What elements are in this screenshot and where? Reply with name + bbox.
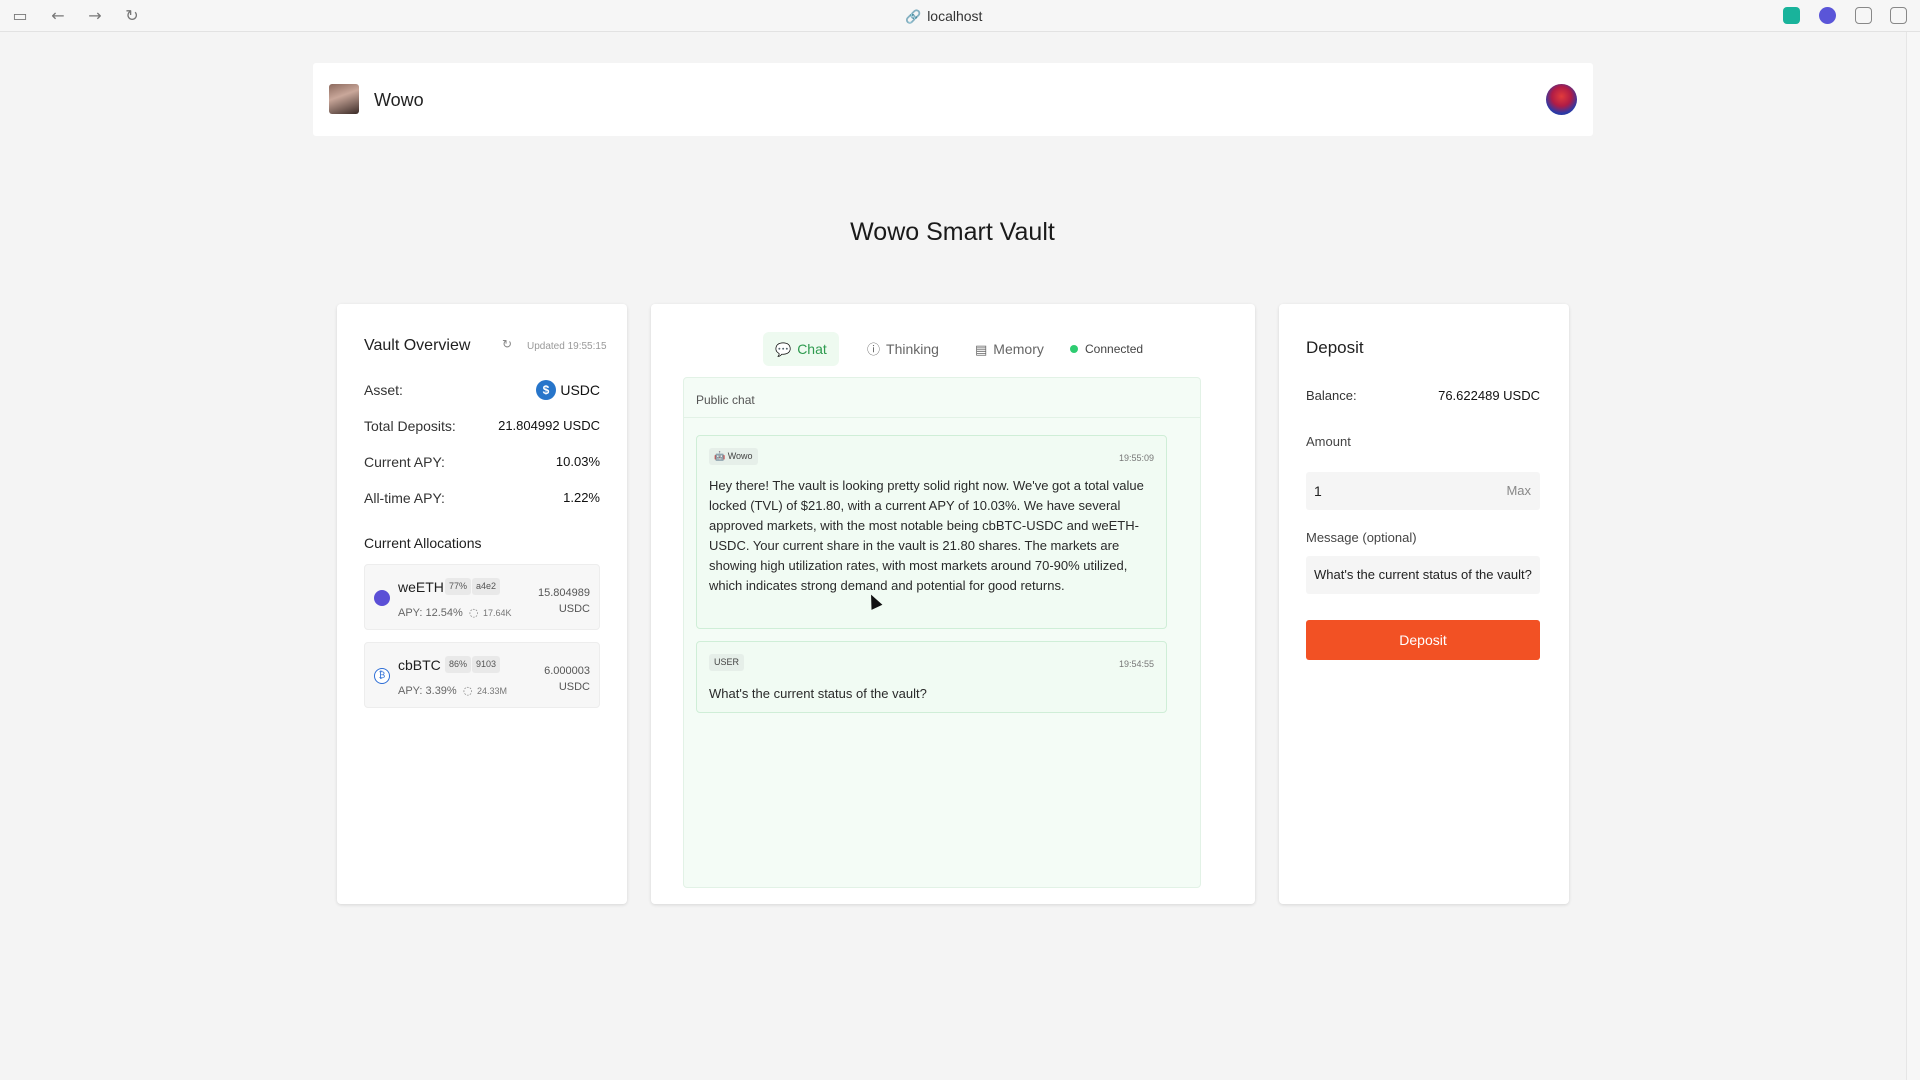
tab-memory[interactable]: ▤ Memory [963,332,1056,366]
row-label: Total Deposits: [364,418,456,434]
reload-icon[interactable]: ↻ [122,6,142,26]
row-label: All-time APY: [364,490,445,506]
row-label: Asset: [364,382,403,398]
amount-label: Amount [1306,434,1351,449]
balance-value: 76.622489 USDC [1438,388,1540,403]
total-deposits-row: Total Deposits: 21.804992 USDC [364,418,600,438]
wallet-avatar[interactable] [1546,84,1577,115]
deposit-button[interactable]: Deposit [1306,620,1540,660]
browser-toolbar: ▭ ← → ↻ 🔗 localhost [0,0,1920,32]
amount-input[interactable] [1306,472,1540,510]
message-input[interactable] [1306,556,1540,594]
message-body: Hey there! The vault is looking pretty s… [709,478,1144,593]
row-value: 1.22% [563,490,600,505]
app-logo [329,84,359,114]
message-author: USER [709,654,745,671]
extension-icon[interactable] [1783,7,1800,24]
row-value: 21.804992 USDC [498,418,600,433]
tab-chat[interactable]: 💬 Chat [763,332,839,366]
allocation-symbol: weETH [398,579,444,595]
row-value: USDC [560,382,600,398]
address-bar[interactable]: 🔗 localhost [905,8,982,25]
tvl-icon: ◌ [463,684,473,697]
deposit-card: Deposit Balance: 76.622489 USDC Amount M… [1279,304,1569,904]
forward-icon[interactable]: → [85,6,105,26]
tvl-icon: ◌ [469,606,479,619]
alltime-apy-row: All-time APY: 1.22% [364,490,600,510]
extension-icon[interactable] [1819,7,1836,24]
extensions-menu-icon[interactable] [1855,7,1872,24]
link-icon: 🔗 [905,10,922,25]
asset-row: Asset: $ USDC [364,380,600,402]
market-id-badge: a4e2 [472,578,501,595]
allocation-apy: APY: 3.39% [398,685,457,697]
memory-icon: ▤ [975,343,988,358]
allocation-apy: APY: 12.54% [398,607,463,619]
sidebar-toggle-icon[interactable]: ▭ [10,6,30,26]
usdc-icon: $ [536,380,556,400]
message-time: 19:55:09 [1118,453,1154,463]
app-name: Wowo [374,90,424,110]
url-text: localhost [927,8,983,24]
max-button[interactable]: Max [1506,472,1539,510]
overview-title: Vault Overview [364,337,471,354]
message-label: Message (optional) [1306,530,1417,545]
app-header: Wowo [313,63,1593,136]
allocation-symbol: cbBTC [398,657,441,673]
refresh-icon[interactable]: ↻ [502,337,512,351]
allocation-item[interactable]: ₿ cbBTC 86% 9103 APY: 3.39% ◌ 24.33M 6.0… [364,642,600,708]
chat-message: 🤖 Wowo 19:55:09 Hey there! The vault is … [696,435,1167,629]
status-dot [1070,345,1078,353]
chat-card: 💬 Chat ⓘ Thinking ▤ Memory Connected Public… [651,304,1255,904]
chat-panel[interactable]: Public chat 🤖 Wowo 19:55:09 Hey there! T… [683,377,1201,888]
page-title: Wowo Smart Vault [850,218,1055,246]
balance-label: Balance: [1306,388,1357,403]
allocations-title: Current Allocations [364,535,482,551]
chat-panel-title: Public chat [684,378,1200,418]
current-apy-row: Current APY: 10.03% [364,454,600,474]
allocation-amount: 6.000003 USDC [544,665,590,693]
bot-icon: 🤖 [714,451,728,461]
updated-timestamp: Updated 19:55:15 [527,341,607,352]
message-author: 🤖 Wowo [709,448,758,465]
allocation-item[interactable]: weETH 77% a4e2 APY: 12.54% ◌ 17.64K 15.8… [364,564,600,630]
allocation-amount: 15.804989 USDC [538,587,590,615]
lightbulb-icon: ⓘ [867,343,881,358]
weeth-icon [374,590,390,606]
cbbtc-icon: ₿ [374,668,390,684]
scrollbar[interactable] [1906,32,1920,1080]
vault-overview-card: Vault Overview ↻ Updated 19:55:15 Asset:… [337,304,627,904]
row-value: 10.03% [555,454,600,469]
row-label: Current APY: [364,454,445,470]
connection-status: Connected [1070,332,1143,366]
message-body: What's the current status of the vault? [709,686,927,701]
chat-bubble-icon: 💬 [775,343,792,358]
chat-message: USER 19:54:55 What's the current status … [696,641,1167,713]
deposit-title: Deposit [1306,338,1364,357]
utilization-badge: 86% [445,656,472,673]
split-view-icon[interactable] [1890,7,1907,24]
message-time: 19:54:55 [1118,659,1154,669]
back-icon[interactable]: ← [48,6,68,26]
allocation-tvl: 17.64K [483,608,512,618]
allocation-tvl: 24.33M [477,686,508,696]
utilization-badge: 77% [445,578,472,595]
market-id-badge: 9103 [472,656,501,673]
tab-thinking[interactable]: ⓘ Thinking [855,332,951,366]
